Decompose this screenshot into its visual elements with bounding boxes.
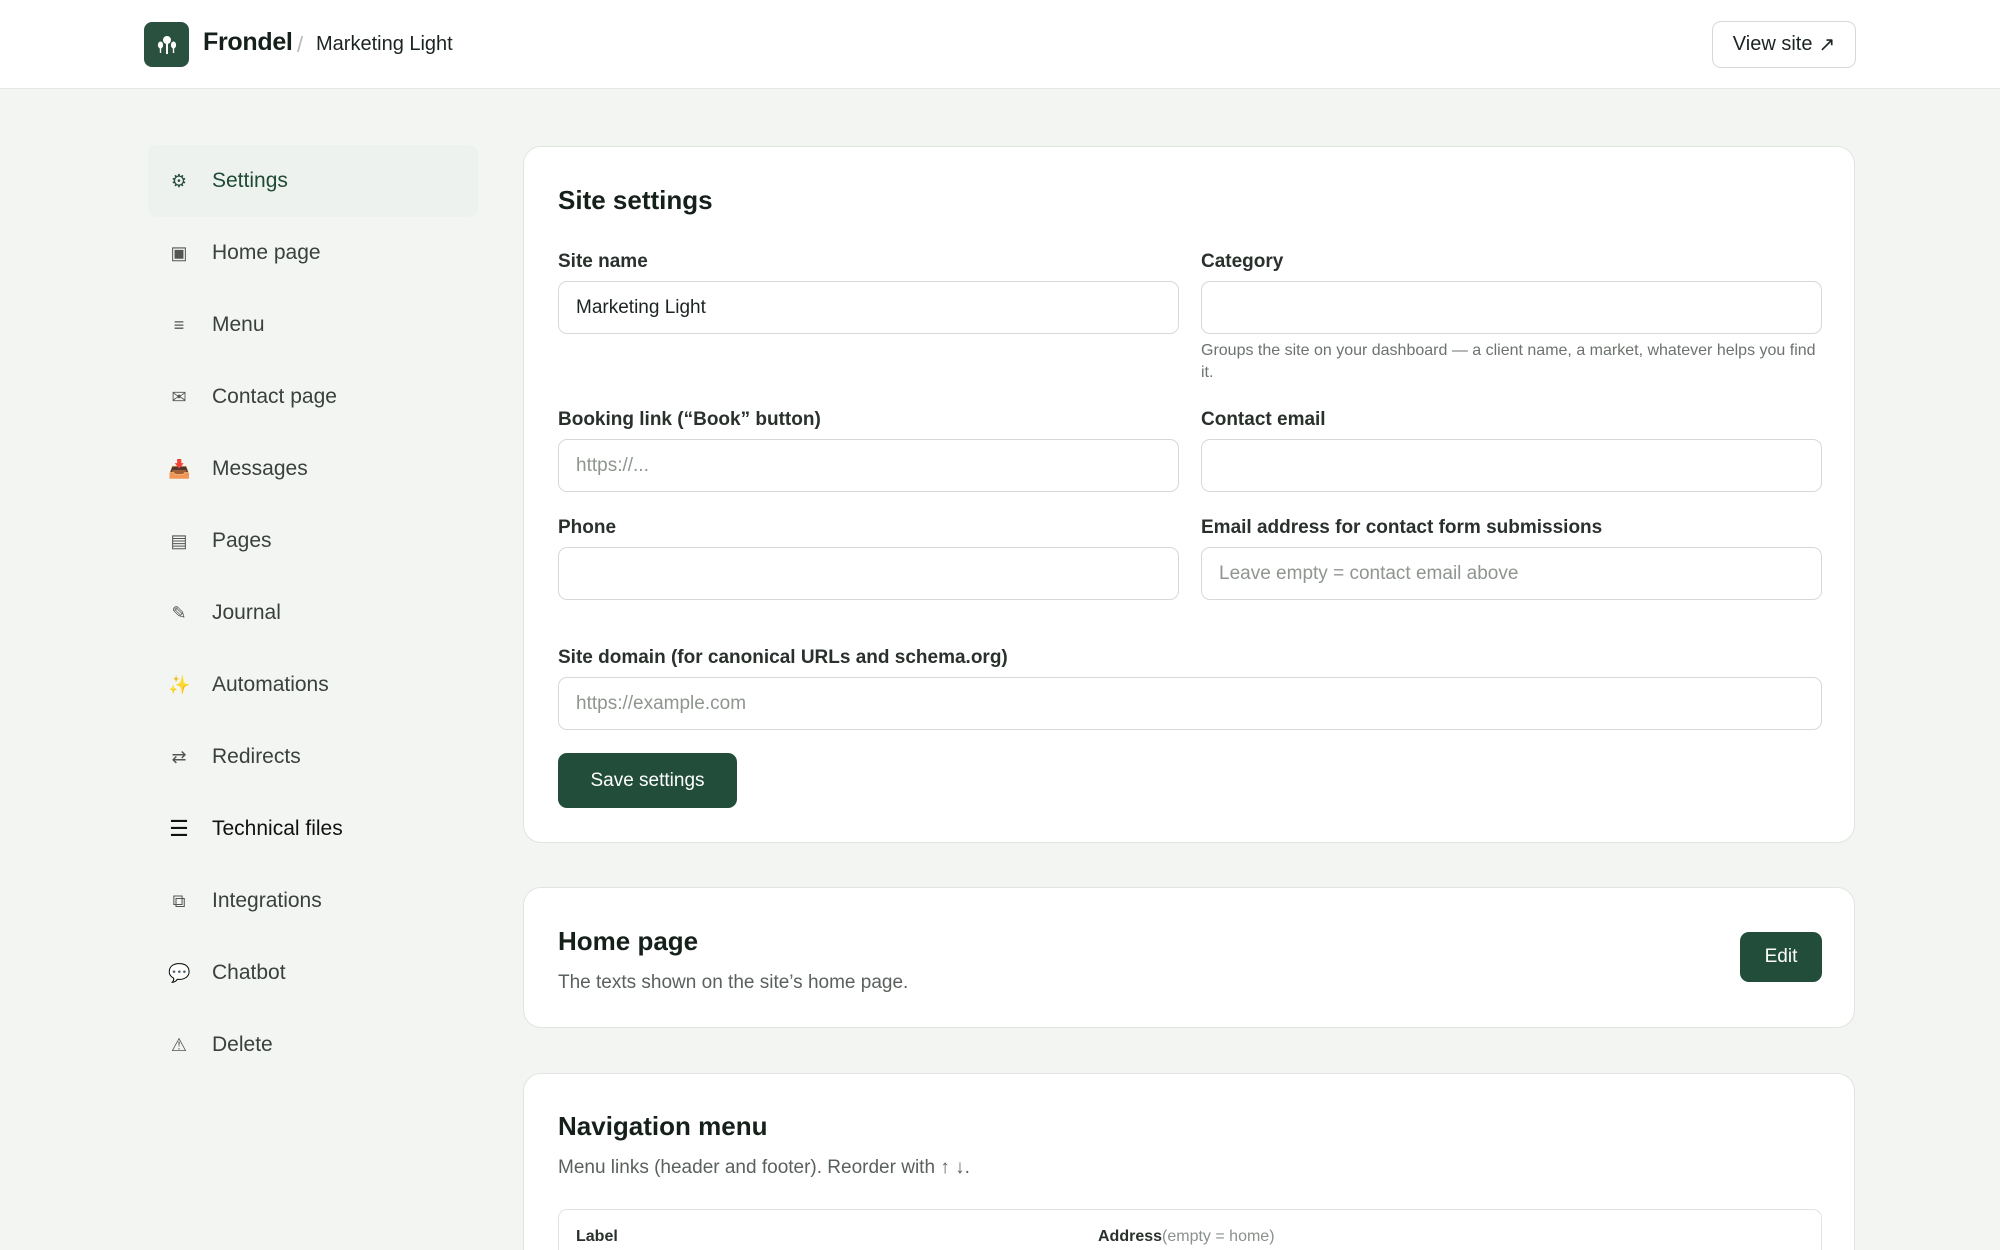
warning-icon: ⚠ — [170, 1034, 188, 1055]
sparkles-icon: ✨ — [168, 674, 191, 695]
integrations-icon: ⧉ — [172, 890, 186, 911]
booking-link-input[interactable] — [558, 439, 1179, 492]
sidebar-item-label: Contact page — [212, 385, 337, 408]
chat-bubble-icon: 💬 — [168, 962, 191, 983]
sidebar-item-label: Chatbot — [212, 961, 286, 984]
sidebar-item-label: Pages — [212, 529, 272, 552]
booking-link-label: Booking link (“Book” button) — [558, 409, 821, 430]
view-site-label: View site — [1732, 33, 1813, 55]
file-lines-icon: ☰ — [169, 816, 189, 841]
sidebar-item-label: Journal — [212, 601, 281, 624]
frondel-logo-icon[interactable] — [144, 22, 189, 67]
home-page-subtitle: The texts shown on the site’s home page. — [558, 972, 909, 993]
inbox-icon: 📥 — [168, 458, 191, 479]
pencil-icon: ✎ — [171, 602, 187, 623]
sidebar-item-label: Messages — [212, 457, 308, 480]
sidebar-item-chatbot[interactable]: 💬 Chatbot — [148, 937, 478, 1009]
contact-email-input[interactable] — [1201, 439, 1822, 492]
site-name-input[interactable] — [558, 281, 1179, 334]
menu-table-header: Label Address(empty = home) — [558, 1209, 1822, 1250]
external-link-icon: ↗ — [1818, 34, 1836, 56]
sidebar-item-integrations[interactable]: ⧉ Integrations — [148, 865, 478, 937]
navigation-menu-subtitle: Menu links (header and footer). Reorder … — [558, 1157, 970, 1178]
menu-icon: ≡ — [173, 314, 185, 335]
sidebar-item-contact-page[interactable]: ✉ Contact page — [148, 361, 478, 433]
pages-icon: ▤ — [170, 530, 188, 551]
sidebar-item-pages[interactable]: ▤ Pages — [148, 505, 478, 577]
top-bar: Frondel / Marketing Light View site ↗ — [0, 0, 2000, 89]
envelope-icon: ✉ — [171, 386, 187, 407]
sidebar-item-menu[interactable]: ≡ Menu — [148, 289, 478, 361]
sidebar-item-label: Settings — [212, 169, 288, 192]
sidebar-item-journal[interactable]: ✎ Journal — [148, 577, 478, 649]
edit-home-page-button[interactable]: Edit — [1740, 932, 1822, 982]
sidebar-item-delete[interactable]: ⚠ Delete — [148, 1009, 478, 1081]
site-settings-card: Site settings Site name Category Groups … — [523, 146, 1855, 843]
sidebar-item-label: Automations — [212, 673, 329, 696]
sidebar-item-redirects[interactable]: ⇄ Redirects — [148, 721, 478, 793]
submissions-email-label: Email address for contact form submissio… — [1201, 517, 1603, 538]
navigation-menu-card: Navigation menu Menu links (header and f… — [523, 1073, 1855, 1250]
save-settings-button[interactable]: Save settings — [558, 753, 737, 808]
site-name-label: Site name — [558, 251, 648, 272]
sidebar-item-label: Integrations — [212, 889, 322, 912]
brand-name[interactable]: Frondel — [203, 28, 293, 57]
site-domain-label: Site domain (for canonical URLs and sche… — [558, 647, 1008, 668]
sidebar-item-home-page[interactable]: ▣ Home page — [148, 217, 478, 289]
redirect-arrows-icon: ⇄ — [171, 746, 187, 767]
column-header-label: Label — [576, 1228, 618, 1245]
sidebar-item-messages[interactable]: 📥 Messages — [148, 433, 478, 505]
sidebar-item-technical-files[interactable]: ☰ Technical files — [148, 793, 478, 865]
category-label: Category — [1201, 251, 1284, 272]
gear-icon: ⚙ — [170, 170, 188, 191]
column-header-address-text: Address — [1098, 1228, 1163, 1245]
sidebar-item-label: Menu — [212, 313, 265, 336]
site-domain-input[interactable] — [558, 677, 1822, 730]
home-page-title: Home page — [558, 926, 699, 956]
navigation-menu-title: Navigation menu — [558, 1111, 768, 1141]
column-header-address: Address(empty = home) — [1098, 1228, 1275, 1246]
contact-email-label: Contact email — [1201, 409, 1326, 430]
home-page-icon: ▣ — [170, 242, 188, 263]
sidebar-item-label: Delete — [212, 1033, 273, 1056]
sidebar-item-automations[interactable]: ✨ Automations — [148, 649, 478, 721]
site-settings-title: Site settings — [558, 185, 713, 215]
sidebar-item-label: Technical files — [212, 817, 343, 840]
submissions-email-input[interactable] — [1201, 547, 1822, 600]
phone-label: Phone — [558, 517, 617, 538]
category-input[interactable] — [1201, 281, 1822, 334]
phone-input[interactable] — [558, 547, 1179, 600]
sidebar-item-label: Redirects — [212, 745, 301, 768]
sidebar-nav: ⚙ Settings ▣ Home page ≡ Menu ✉ Contact … — [148, 145, 478, 1081]
home-page-card: Home page The texts shown on the site’s … — [523, 887, 1855, 1028]
breadcrumb-site-name: Marketing Light — [316, 33, 453, 55]
column-header-address-note: (empty = home) — [1162, 1228, 1275, 1245]
sidebar-item-settings[interactable]: ⚙ Settings — [148, 145, 478, 217]
view-site-button[interactable]: View site ↗ — [1712, 21, 1856, 68]
breadcrumb-separator: / — [297, 32, 304, 57]
category-hint: Groups the site on your dashboard — a cl… — [1201, 342, 1816, 381]
sidebar-item-label: Home page — [212, 241, 321, 264]
